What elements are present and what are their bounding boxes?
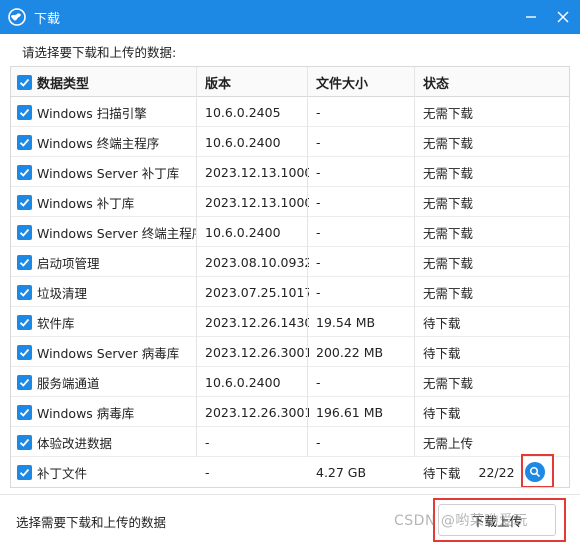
table-row[interactable]: Windows 补丁库 2023.12.13.1000 - 无需下载 [11, 187, 569, 217]
row-name: 补丁文件 [37, 465, 88, 481]
row-name: Windows 病毒库 [37, 405, 135, 421]
close-button[interactable] [546, 0, 580, 34]
table-row[interactable]: Windows 病毒库 2023.12.26.3001 196.61 MB 待下… [11, 397, 569, 427]
minimize-icon [526, 16, 536, 18]
globe-icon [8, 8, 26, 26]
row-version: 2023.12.26.3001 [205, 404, 309, 420]
row-status: 无需下载 [423, 255, 474, 271]
watermark: CSDN @哟菜哟爱玩 [394, 513, 528, 529]
row-size: - [316, 194, 321, 210]
row-name: Windows 终端主程序 [37, 135, 160, 151]
table-row[interactable]: Windows 扫描引擎 10.6.0.2405 - 无需下载 [11, 97, 569, 127]
row-status: 待下载 [423, 405, 461, 421]
row-status: 待下载 [423, 315, 461, 331]
header-size[interactable]: 文件大小 [316, 67, 416, 97]
row-size: - [316, 254, 321, 270]
row-name: 垃圾清理 [37, 285, 88, 301]
selection-prompt: 请选择要下载和上传的数据: [22, 45, 177, 60]
close-icon [557, 11, 569, 23]
row-name: 服务端通道 [37, 375, 100, 391]
row-version: 2023.12.13.1000 [205, 194, 309, 210]
row-size: - [316, 284, 321, 300]
table-header: 数据类型 版本 文件大小 状态 [11, 67, 569, 97]
table-row[interactable]: 垃圾清理 2023.07.25.1017 - 无需下载 [11, 277, 569, 307]
row-status: 无需下载 [423, 285, 474, 301]
table-row[interactable]: 补丁文件 - 4.27 GB 待下载 22/22 [11, 454, 569, 487]
row-status: 无需下载 [423, 225, 474, 241]
header-name[interactable]: 数据类型 [37, 73, 89, 92]
row-name: 启动项管理 [37, 255, 100, 271]
row-checkbox[interactable] [17, 404, 32, 420]
progress-count: 22/22 [478, 464, 515, 480]
row-size: - [316, 134, 321, 150]
row-checkbox[interactable] [17, 164, 32, 180]
row-status: 无需下载 [423, 195, 474, 211]
row-version: 2023.12.13.1000 [205, 164, 309, 180]
row-name: 软件库 [37, 315, 75, 331]
row-checkbox[interactable] [17, 344, 32, 360]
row-version: 2023.07.25.1017 [205, 284, 309, 300]
row-size: - [316, 104, 321, 120]
highlight-box [521, 454, 554, 487]
row-status: 待下载 [423, 465, 461, 481]
table-row[interactable]: Windows Server 终端主程序 10.6.0.2400 - 无需下载 [11, 217, 569, 247]
row-status: 无需下载 [423, 165, 474, 181]
data-table: 数据类型 版本 文件大小 状态 Windows 扫描引擎 10.6.0.2405… [10, 66, 570, 488]
row-name: Windows Server 补丁库 [37, 165, 180, 181]
minimize-button[interactable] [514, 0, 548, 34]
row-version: - [205, 434, 210, 450]
header-version[interactable]: 版本 [205, 67, 309, 97]
row-status: 无需下载 [423, 375, 474, 391]
header-status[interactable]: 状态 [423, 67, 569, 97]
table-row[interactable]: Windows Server 补丁库 2023.12.13.1000 - 无需下… [11, 157, 569, 187]
row-size: 196.61 MB [316, 404, 384, 420]
row-version: 2023.08.10.0932 [205, 254, 309, 270]
table-row[interactable]: 体验改进数据 - - 无需上传 [11, 427, 569, 457]
row-status: 无需上传 [423, 435, 474, 451]
table-row[interactable]: Windows 终端主程序 10.6.0.2400 - 无需下载 [11, 127, 569, 157]
row-name: Windows Server 病毒库 [37, 345, 180, 361]
row-checkbox[interactable] [17, 254, 32, 270]
table-row[interactable]: 启动项管理 2023.08.10.0932 - 无需下载 [11, 247, 569, 277]
row-version: - [205, 464, 210, 480]
window-title: 下载 [34, 11, 61, 27]
row-name: Windows 扫描引擎 [37, 105, 147, 121]
row-status: 无需下载 [423, 135, 474, 151]
footer: 选择需要下载和上传的数据 下载上传 CSDN @哟菜哟爱玩 [0, 494, 580, 544]
row-checkbox[interactable] [17, 194, 32, 210]
table-row[interactable]: 服务端通道 10.6.0.2400 - 无需下载 [11, 367, 569, 397]
row-size: 200.22 MB [316, 344, 384, 360]
row-checkbox[interactable] [17, 374, 32, 390]
row-checkbox[interactable] [17, 134, 32, 150]
row-size: - [316, 374, 321, 390]
row-version: 10.6.0.2400 [205, 374, 281, 390]
row-checkbox[interactable] [17, 104, 32, 120]
row-status: 无需下载 [423, 105, 474, 121]
row-size: - [316, 164, 321, 180]
row-version: 10.6.0.2400 [205, 224, 281, 240]
row-version: 10.6.0.2400 [205, 134, 281, 150]
row-status: 待下载 [423, 345, 461, 361]
row-size: - [316, 224, 321, 240]
select-all-checkbox[interactable] [17, 74, 32, 90]
row-size: 4.27 GB [316, 464, 367, 480]
row-name: Windows Server 终端主程序 [37, 225, 197, 241]
row-checkbox[interactable] [17, 314, 32, 330]
table-row[interactable]: 软件库 2023.12.26.1430 19.54 MB 待下载 [11, 307, 569, 337]
row-size: 19.54 MB [316, 314, 376, 330]
title-bar: 下载 [0, 0, 580, 34]
footer-hint: 选择需要下载和上传的数据 [16, 515, 167, 530]
table-row[interactable]: Windows Server 病毒库 2023.12.26.3001 200.2… [11, 337, 569, 367]
row-size: - [316, 434, 321, 450]
row-checkbox[interactable] [17, 284, 32, 300]
row-name: 体验改进数据 [37, 435, 113, 451]
row-version: 2023.12.26.1430 [205, 314, 309, 330]
row-name: Windows 补丁库 [37, 195, 135, 211]
row-checkbox[interactable] [17, 224, 32, 240]
row-version: 2023.12.26.3001 [205, 344, 309, 360]
row-checkbox[interactable] [17, 464, 32, 480]
row-checkbox[interactable] [17, 434, 32, 450]
row-version: 10.6.0.2405 [205, 104, 281, 120]
